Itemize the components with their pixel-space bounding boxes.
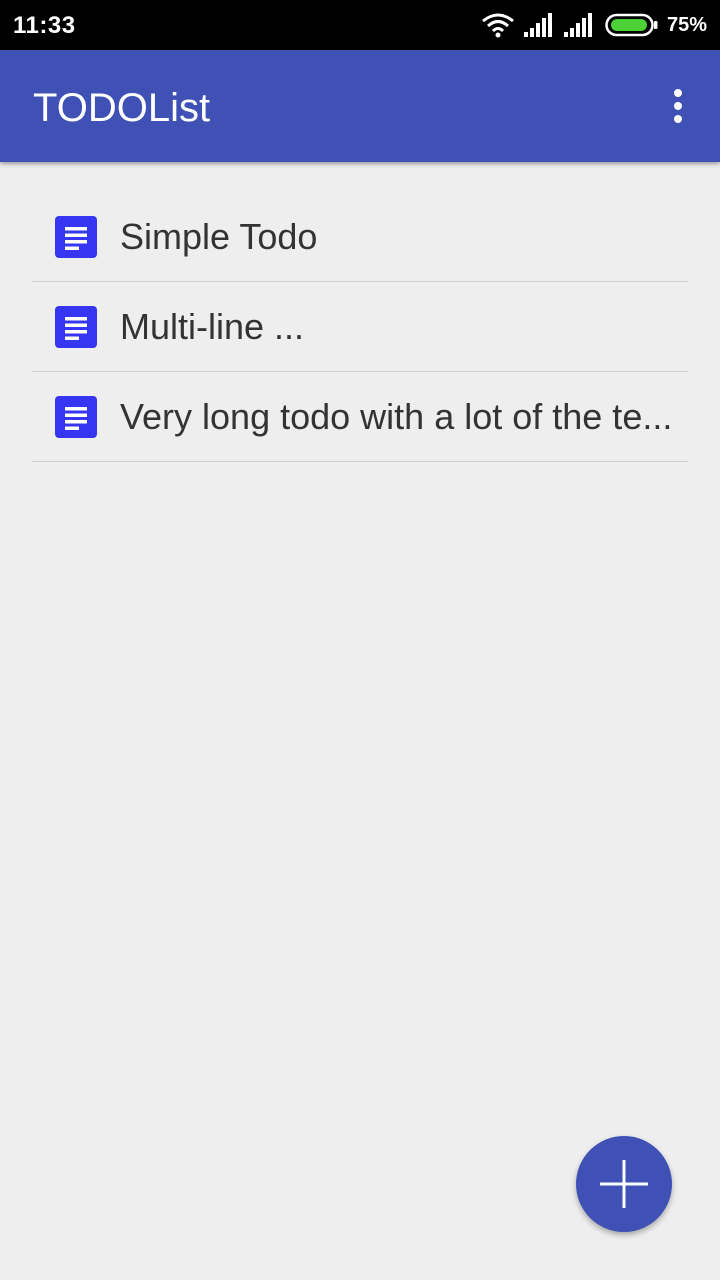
todo-item[interactable]: Very long todo with a lot of the te... <box>32 372 688 462</box>
status-time: 11:33 <box>13 12 76 39</box>
todo-item[interactable]: Simple Todo <box>32 192 688 282</box>
app-title: TODOList <box>33 86 211 130</box>
battery-percent: 75% <box>666 13 707 36</box>
add-todo-button[interactable] <box>576 1136 672 1232</box>
signal-icon <box>523 13 552 37</box>
battery-icon <box>605 13 658 37</box>
signal-icon <box>563 13 592 37</box>
more-vert-icon[interactable] <box>666 88 690 124</box>
document-icon <box>55 216 97 258</box>
status-bar: 11:33 75% <box>0 0 720 50</box>
document-icon <box>55 306 97 348</box>
document-icon <box>55 396 97 438</box>
todo-list: Simple Todo Multi-line ... Very long tod… <box>32 192 688 462</box>
todo-label: Very long todo with a lot of the te... <box>120 396 673 437</box>
app-bar: TODOList <box>0 50 720 162</box>
todo-item[interactable]: Multi-line ... <box>32 282 688 372</box>
status-icons: 75% <box>481 10 707 40</box>
wifi-icon <box>482 13 514 38</box>
todo-label: Multi-line ... <box>120 306 305 347</box>
todo-label: Simple Todo <box>120 216 318 257</box>
plus-icon <box>600 1160 648 1208</box>
